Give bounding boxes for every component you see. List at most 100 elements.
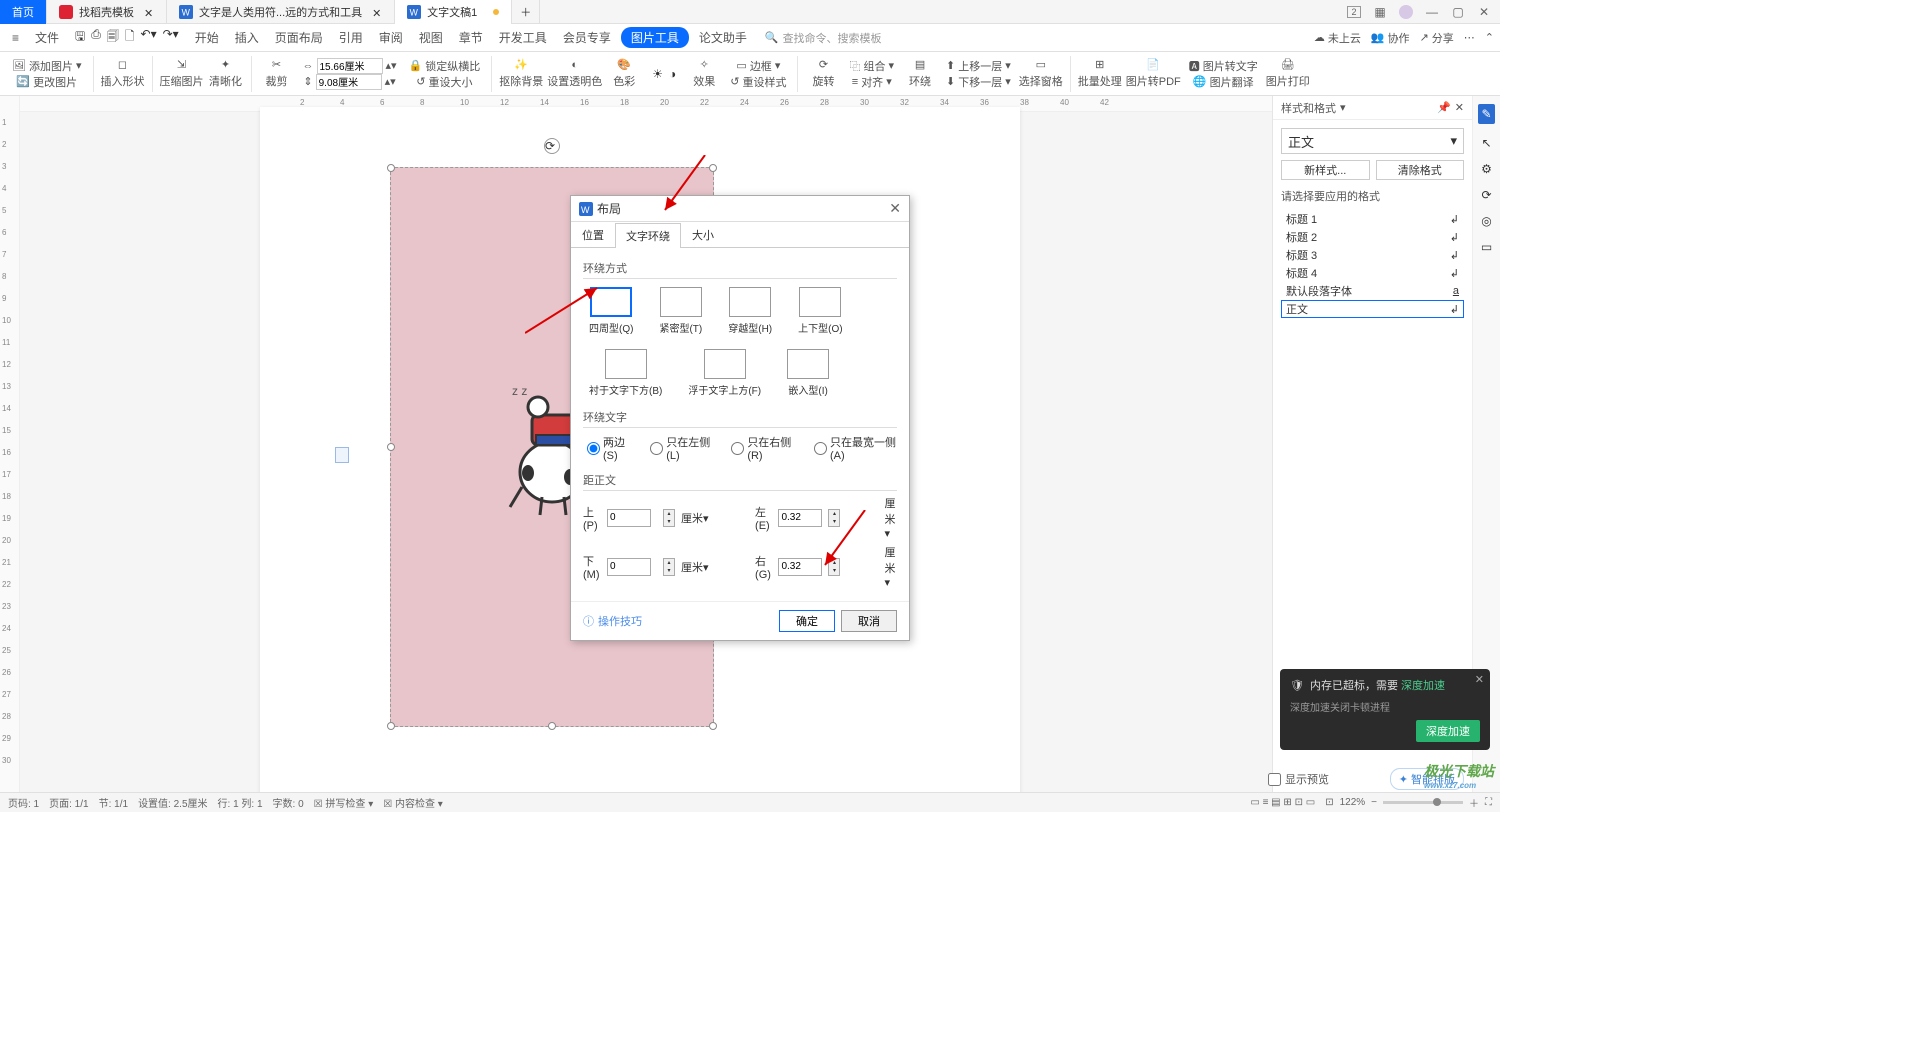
clear-format-button[interactable]: 清除格式 bbox=[1376, 160, 1465, 180]
add-image-button[interactable]: 🖼 添加图片 ▾ bbox=[12, 58, 82, 74]
tab-templates[interactable]: 找稻壳模板 ✕ bbox=[47, 0, 167, 24]
status-words[interactable]: 字数: 0 bbox=[273, 795, 304, 810]
topdf-button[interactable]: 📄图片转PDF bbox=[1126, 58, 1181, 89]
paste-icon[interactable]: 🗋 bbox=[125, 27, 135, 48]
menu-reference[interactable]: 引用 bbox=[333, 26, 369, 49]
dist-right-input[interactable] bbox=[778, 558, 822, 576]
toast-close-icon[interactable]: ✕ bbox=[1475, 673, 1484, 686]
tab-doc2[interactable]: W 文字是人类用符...远的方式和工具 ✕ bbox=[167, 0, 395, 24]
close-panel-icon[interactable]: ✕ bbox=[1455, 101, 1464, 114]
cancel-button[interactable]: 取消 bbox=[841, 610, 897, 632]
close-icon[interactable]: ✕ bbox=[372, 7, 382, 17]
target-icon[interactable]: ◎ bbox=[1481, 214, 1491, 228]
tab-doc-active[interactable]: W 文字文稿1 bbox=[395, 0, 512, 24]
fit-icon[interactable]: ⊡ bbox=[1325, 797, 1333, 808]
redo-icon[interactable]: ↷▾ bbox=[163, 27, 179, 48]
show-preview-toggle[interactable]: 显示预览 bbox=[1268, 771, 1329, 787]
tab-home[interactable]: 首页 bbox=[0, 0, 47, 24]
zoom-slider[interactable] bbox=[1383, 801, 1463, 804]
avatar-icon[interactable] bbox=[1396, 2, 1416, 22]
status-rowcol[interactable]: 行: 1 列: 1 bbox=[218, 795, 263, 810]
menu-layout[interactable]: 页面布局 bbox=[269, 26, 329, 49]
menu-review[interactable]: 审阅 bbox=[373, 26, 409, 49]
tab-position[interactable]: 位置 bbox=[571, 222, 615, 247]
print-image-button[interactable]: 🖨图片打印 bbox=[1266, 58, 1310, 89]
color-button[interactable]: 🎨色彩 bbox=[606, 58, 642, 89]
spinner[interactable]: ▴▾ bbox=[663, 558, 675, 576]
effect-button[interactable]: ✧效果 bbox=[686, 58, 722, 89]
resize-handle[interactable] bbox=[387, 722, 395, 730]
sharpen-button[interactable]: ✦清晰化 bbox=[208, 58, 244, 89]
radio-both[interactable]: 两边(S) bbox=[587, 434, 632, 462]
style-item-selected[interactable]: 正文↲ bbox=[1281, 300, 1464, 318]
reset-style-button[interactable]: ↺ 重设样式 bbox=[730, 74, 786, 90]
resize-handle[interactable] bbox=[709, 722, 717, 730]
print-icon[interactable]: ⎙ bbox=[91, 27, 101, 48]
tab-textwrap[interactable]: 文字环绕 bbox=[615, 223, 681, 248]
preview-icon[interactable]: 🗐 bbox=[107, 27, 119, 48]
radio-right[interactable]: 只在右侧(R) bbox=[731, 434, 796, 462]
translate-button[interactable]: 🌐 图片翻译 bbox=[1193, 74, 1254, 90]
change-image-button[interactable]: 🔄 更改图片 bbox=[16, 74, 77, 90]
badge-icon[interactable]: 2 bbox=[1344, 2, 1364, 22]
rotate-icon[interactable]: ⟳ bbox=[1481, 188, 1491, 202]
wrap-square[interactable]: 四周型(Q) bbox=[589, 287, 633, 335]
resize-handle[interactable] bbox=[548, 722, 556, 730]
crop-button[interactable]: ✂裁剪 bbox=[259, 58, 295, 89]
spinner[interactable]: ▴▾ bbox=[663, 509, 675, 527]
coop-button[interactable]: 👥 协作 bbox=[1371, 30, 1410, 46]
status-pagecnt[interactable]: 页面: 1/1 bbox=[49, 795, 88, 810]
pin-icon[interactable]: 📌 bbox=[1437, 101, 1451, 114]
radio-largest[interactable]: 只在最宽一侧(A) bbox=[814, 434, 897, 462]
undo-icon[interactable]: ↶▾ bbox=[141, 27, 157, 48]
height-field[interactable]: ⇕ ▴▾ bbox=[303, 74, 395, 90]
tips-link[interactable]: ⓘ 操作技巧 bbox=[583, 613, 642, 629]
spinner[interactable]: ▴▾ bbox=[828, 509, 840, 527]
save-icon[interactable]: 🖫 bbox=[75, 27, 85, 48]
dist-top-input[interactable] bbox=[607, 509, 651, 527]
radio-left[interactable]: 只在左侧(L) bbox=[650, 434, 713, 462]
resize-handle[interactable] bbox=[387, 164, 395, 172]
menu-thesis[interactable]: 论文助手 bbox=[693, 26, 753, 49]
remove-bg-button[interactable]: ✨抠除背景 bbox=[499, 58, 543, 89]
fullscreen-icon[interactable]: ⛶ bbox=[1485, 797, 1492, 808]
settings-icon[interactable]: ⚙ bbox=[1481, 162, 1492, 176]
toast-action-button[interactable]: 深度加速 bbox=[1416, 720, 1480, 742]
rotate-handle[interactable]: ⟳ bbox=[544, 138, 560, 154]
dist-left-input[interactable] bbox=[778, 509, 822, 527]
status-pos[interactable]: 设置值: 2.5厘米 bbox=[138, 795, 207, 810]
spinner[interactable]: ▴▾ bbox=[828, 558, 840, 576]
menu-dev[interactable]: 开发工具 bbox=[493, 26, 553, 49]
menu-member[interactable]: 会员专享 bbox=[557, 26, 617, 49]
cursor-icon[interactable]: ↖ bbox=[1481, 136, 1491, 150]
status-pageno[interactable]: 页码: 1 bbox=[8, 795, 39, 810]
menu-hamburger-icon[interactable]: ≡ bbox=[6, 28, 25, 48]
maximize-icon[interactable]: ▢ bbox=[1448, 2, 1468, 22]
menu-view[interactable]: 视图 bbox=[413, 26, 449, 49]
status-content[interactable]: ☒ 内容检查 ▾ bbox=[383, 795, 443, 810]
style-item[interactable]: 标题 2↲ bbox=[1281, 228, 1464, 246]
smart-layout-button[interactable]: ✦ 智能排版 bbox=[1390, 768, 1464, 790]
transparency-button[interactable]: ◐设置透明色 bbox=[547, 59, 602, 89]
moveup-button[interactable]: ⬆ 上移一层 ▾ bbox=[946, 58, 1011, 74]
current-style[interactable]: 正文▾ bbox=[1281, 128, 1464, 154]
wrap-inline[interactable]: 嵌入型(I) bbox=[787, 349, 829, 397]
status-section[interactable]: 节: 1/1 bbox=[99, 795, 128, 810]
resize-handle[interactable] bbox=[709, 164, 717, 172]
view-mode-icons[interactable]: ▭ ≡ ▤ ⊞ ⊡ ▭ bbox=[1250, 797, 1315, 808]
expand-icon[interactable]: ⌃ bbox=[1485, 31, 1494, 44]
lock-ratio-toggle[interactable]: 🔒 锁定纵横比 bbox=[409, 58, 481, 74]
tab-size[interactable]: 大小 bbox=[681, 222, 725, 247]
book-icon[interactable]: ▭ bbox=[1481, 240, 1492, 254]
new-style-button[interactable]: 新样式... bbox=[1281, 160, 1370, 180]
minimize-icon[interactable]: — bbox=[1422, 2, 1442, 22]
dialog-close-icon[interactable]: ✕ bbox=[889, 200, 901, 217]
resize-handle[interactable] bbox=[387, 443, 395, 451]
style-item[interactable]: 标题 3↲ bbox=[1281, 246, 1464, 264]
more-icon[interactable]: ⋯ bbox=[1464, 31, 1475, 44]
totext-button[interactable]: 🅰 图片转文字 bbox=[1189, 58, 1258, 74]
menu-insert[interactable]: 插入 bbox=[229, 26, 265, 49]
share-button[interactable]: ↗ 分享 bbox=[1420, 30, 1454, 46]
align-button[interactable]: ≡ 对齐 ▾ bbox=[852, 74, 892, 90]
rotate-button[interactable]: ⟳旋转 bbox=[805, 58, 841, 89]
